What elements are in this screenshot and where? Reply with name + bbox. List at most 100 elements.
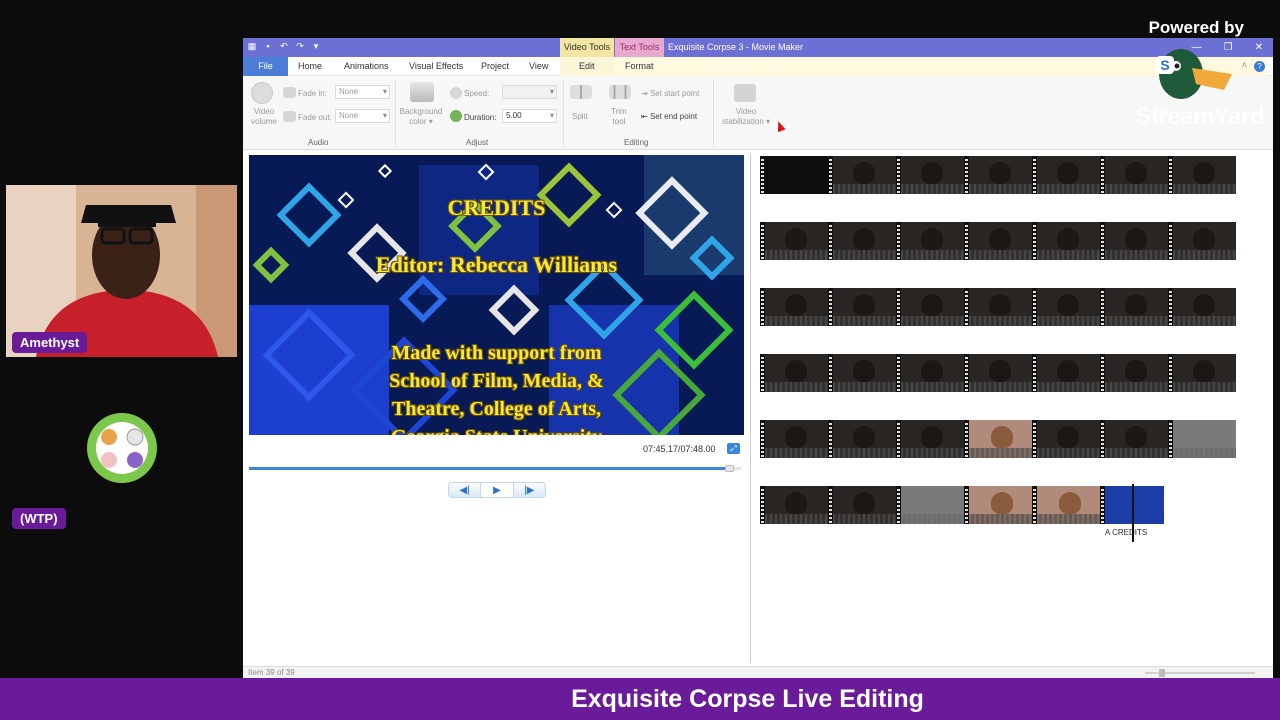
tab-animations[interactable]: Animations: [344, 57, 389, 76]
trim-tool-icon[interactable]: [609, 85, 631, 99]
zoom-thumb[interactable]: [1159, 669, 1165, 677]
thumbnail-audio-wave: [1173, 184, 1236, 194]
clip-thumbnail[interactable]: [760, 486, 828, 524]
editing-group-label: Editing: [624, 138, 649, 147]
clip-thumbnail[interactable]: [896, 222, 964, 260]
clip-thumbnail[interactable]: [1032, 354, 1100, 392]
clip-thumbnail[interactable]: [1168, 420, 1236, 458]
thumbnail-audio-wave: [901, 514, 964, 524]
clip-thumbnail[interactable]: [964, 354, 1032, 392]
credits-title: CREDITS: [447, 195, 546, 220]
clip-thumbnail[interactable]: [896, 156, 964, 194]
thumbnail-audio-wave: [833, 382, 896, 392]
clip-thumbnail[interactable]: [828, 354, 896, 392]
thumbnail-figure: [991, 426, 1013, 448]
thumbnail-audio-wave: [969, 448, 1032, 458]
previous-frame-button[interactable]: ◀|: [449, 483, 480, 497]
clip-thumbnail[interactable]: [1032, 486, 1100, 524]
video-preview[interactable]: CREDITS Editor: Rebecca Williams Made wi…: [249, 155, 744, 435]
video-volume-label: Video volume: [251, 107, 277, 126]
clip-thumbnail[interactable]: [828, 288, 896, 326]
set-start-point-button[interactable]: ⇥ Set start point: [641, 89, 699, 98]
clip-thumbnail[interactable]: [964, 222, 1032, 260]
clip-thumbnail[interactable]: [1100, 288, 1168, 326]
thumbnail-figure: [853, 162, 875, 184]
clip-thumbnail[interactable]: [964, 288, 1032, 326]
clip-thumbnail[interactable]: [1100, 354, 1168, 392]
clip-thumbnail[interactable]: [828, 222, 896, 260]
tab-home[interactable]: Home: [298, 57, 322, 76]
fullscreen-icon[interactable]: ⤢: [727, 443, 740, 454]
tab-project[interactable]: Project: [481, 57, 509, 76]
clip-thumbnail[interactable]: [896, 486, 964, 524]
seek-progress: [249, 467, 732, 470]
duration-select[interactable]: 5.00: [502, 109, 557, 123]
clip-thumbnail[interactable]: [1168, 354, 1236, 392]
thumbnail-audio-wave: [901, 316, 964, 326]
video-stabilization-icon[interactable]: [734, 84, 756, 102]
clip-thumbnail[interactable]: [964, 156, 1032, 194]
adjust-group-label: Adjust: [466, 138, 489, 147]
next-frame-button[interactable]: |▶: [514, 483, 545, 497]
clip-thumbnail[interactable]: [1168, 222, 1236, 260]
clip-thumbnail[interactable]: [760, 420, 828, 458]
clip-thumbnail[interactable]: [1100, 156, 1168, 194]
wtp-tag: (WTP): [12, 508, 66, 529]
undo-icon[interactable]: ↶: [279, 41, 289, 52]
credits-support-line: School of Film, Media, &: [389, 370, 604, 392]
seek-thumb[interactable]: [725, 465, 735, 472]
clip-thumbnail[interactable]: [828, 420, 896, 458]
fade-in-icon: [283, 87, 296, 98]
tab-format[interactable]: Format: [625, 57, 654, 76]
fade-out-select[interactable]: None: [335, 109, 390, 123]
text-tools-context: Text Tools: [615, 38, 664, 57]
tab-visual-effects[interactable]: Visual Effects: [409, 57, 463, 76]
thumbnail-audio-wave: [901, 382, 964, 392]
fade-in-select[interactable]: None: [335, 85, 390, 99]
clip-thumbnail[interactable]: [760, 222, 828, 260]
clip-thumbnail[interactable]: [964, 486, 1032, 524]
clip-thumbnail[interactable]: [1168, 288, 1236, 326]
clip-thumbnail[interactable]: [896, 354, 964, 392]
clip-thumbnail[interactable]: [760, 288, 828, 326]
clip-thumbnail[interactable]: [1032, 156, 1100, 194]
clip-thumbnail[interactable]: [896, 288, 964, 326]
clip-thumbnail[interactable]: [896, 420, 964, 458]
tab-file[interactable]: File: [243, 57, 288, 76]
clip-thumbnail[interactable]: [1032, 288, 1100, 326]
powered-by-label: Powered by: [1148, 18, 1244, 37]
thumbnail-audio-wave: [969, 250, 1032, 260]
split-label: Split: [572, 112, 588, 121]
tab-view[interactable]: View: [529, 57, 548, 76]
clip-thumbnail[interactable]: [1100, 420, 1168, 458]
fade-out-icon: [283, 111, 296, 122]
play-button[interactable]: ▶: [480, 483, 514, 497]
thumbnail-figure: [1125, 360, 1147, 382]
save-icon[interactable]: ▪: [263, 41, 273, 52]
clip-thumbnail[interactable]: [1100, 222, 1168, 260]
clip-thumbnail[interactable]: [828, 156, 896, 194]
storyboard-row: [760, 354, 1236, 392]
split-icon[interactable]: [570, 85, 592, 99]
playhead[interactable]: [1132, 484, 1134, 542]
clip-thumbnail[interactable]: [760, 354, 828, 392]
speed-select[interactable]: [502, 85, 557, 99]
thumbnail-figure: [785, 360, 807, 382]
clip-thumbnail[interactable]: [964, 420, 1032, 458]
clip-thumbnail[interactable]: [1032, 222, 1100, 260]
video-volume-icon[interactable]: [251, 82, 273, 104]
clip-thumbnail[interactable]: [1168, 156, 1236, 194]
seek-bar[interactable]: [249, 465, 741, 472]
set-end-point-button[interactable]: ⇤ Set end point: [641, 112, 697, 121]
app-menu-icon[interactable]: ▦: [247, 41, 257, 52]
clip-thumbnail[interactable]: [760, 156, 828, 194]
tab-edit[interactable]: Edit: [579, 57, 595, 76]
clip-thumbnail[interactable]: [828, 486, 896, 524]
clip-thumbnail[interactable]: [1032, 420, 1100, 458]
pane-splitter[interactable]: [750, 153, 751, 663]
redo-icon[interactable]: ↷: [295, 41, 305, 52]
background-color-icon[interactable]: [410, 82, 434, 102]
zoom-slider[interactable]: [1125, 669, 1265, 677]
qat-dropdown-icon[interactable]: ▾: [311, 41, 321, 52]
thumbnail-audio-wave: [765, 250, 828, 260]
